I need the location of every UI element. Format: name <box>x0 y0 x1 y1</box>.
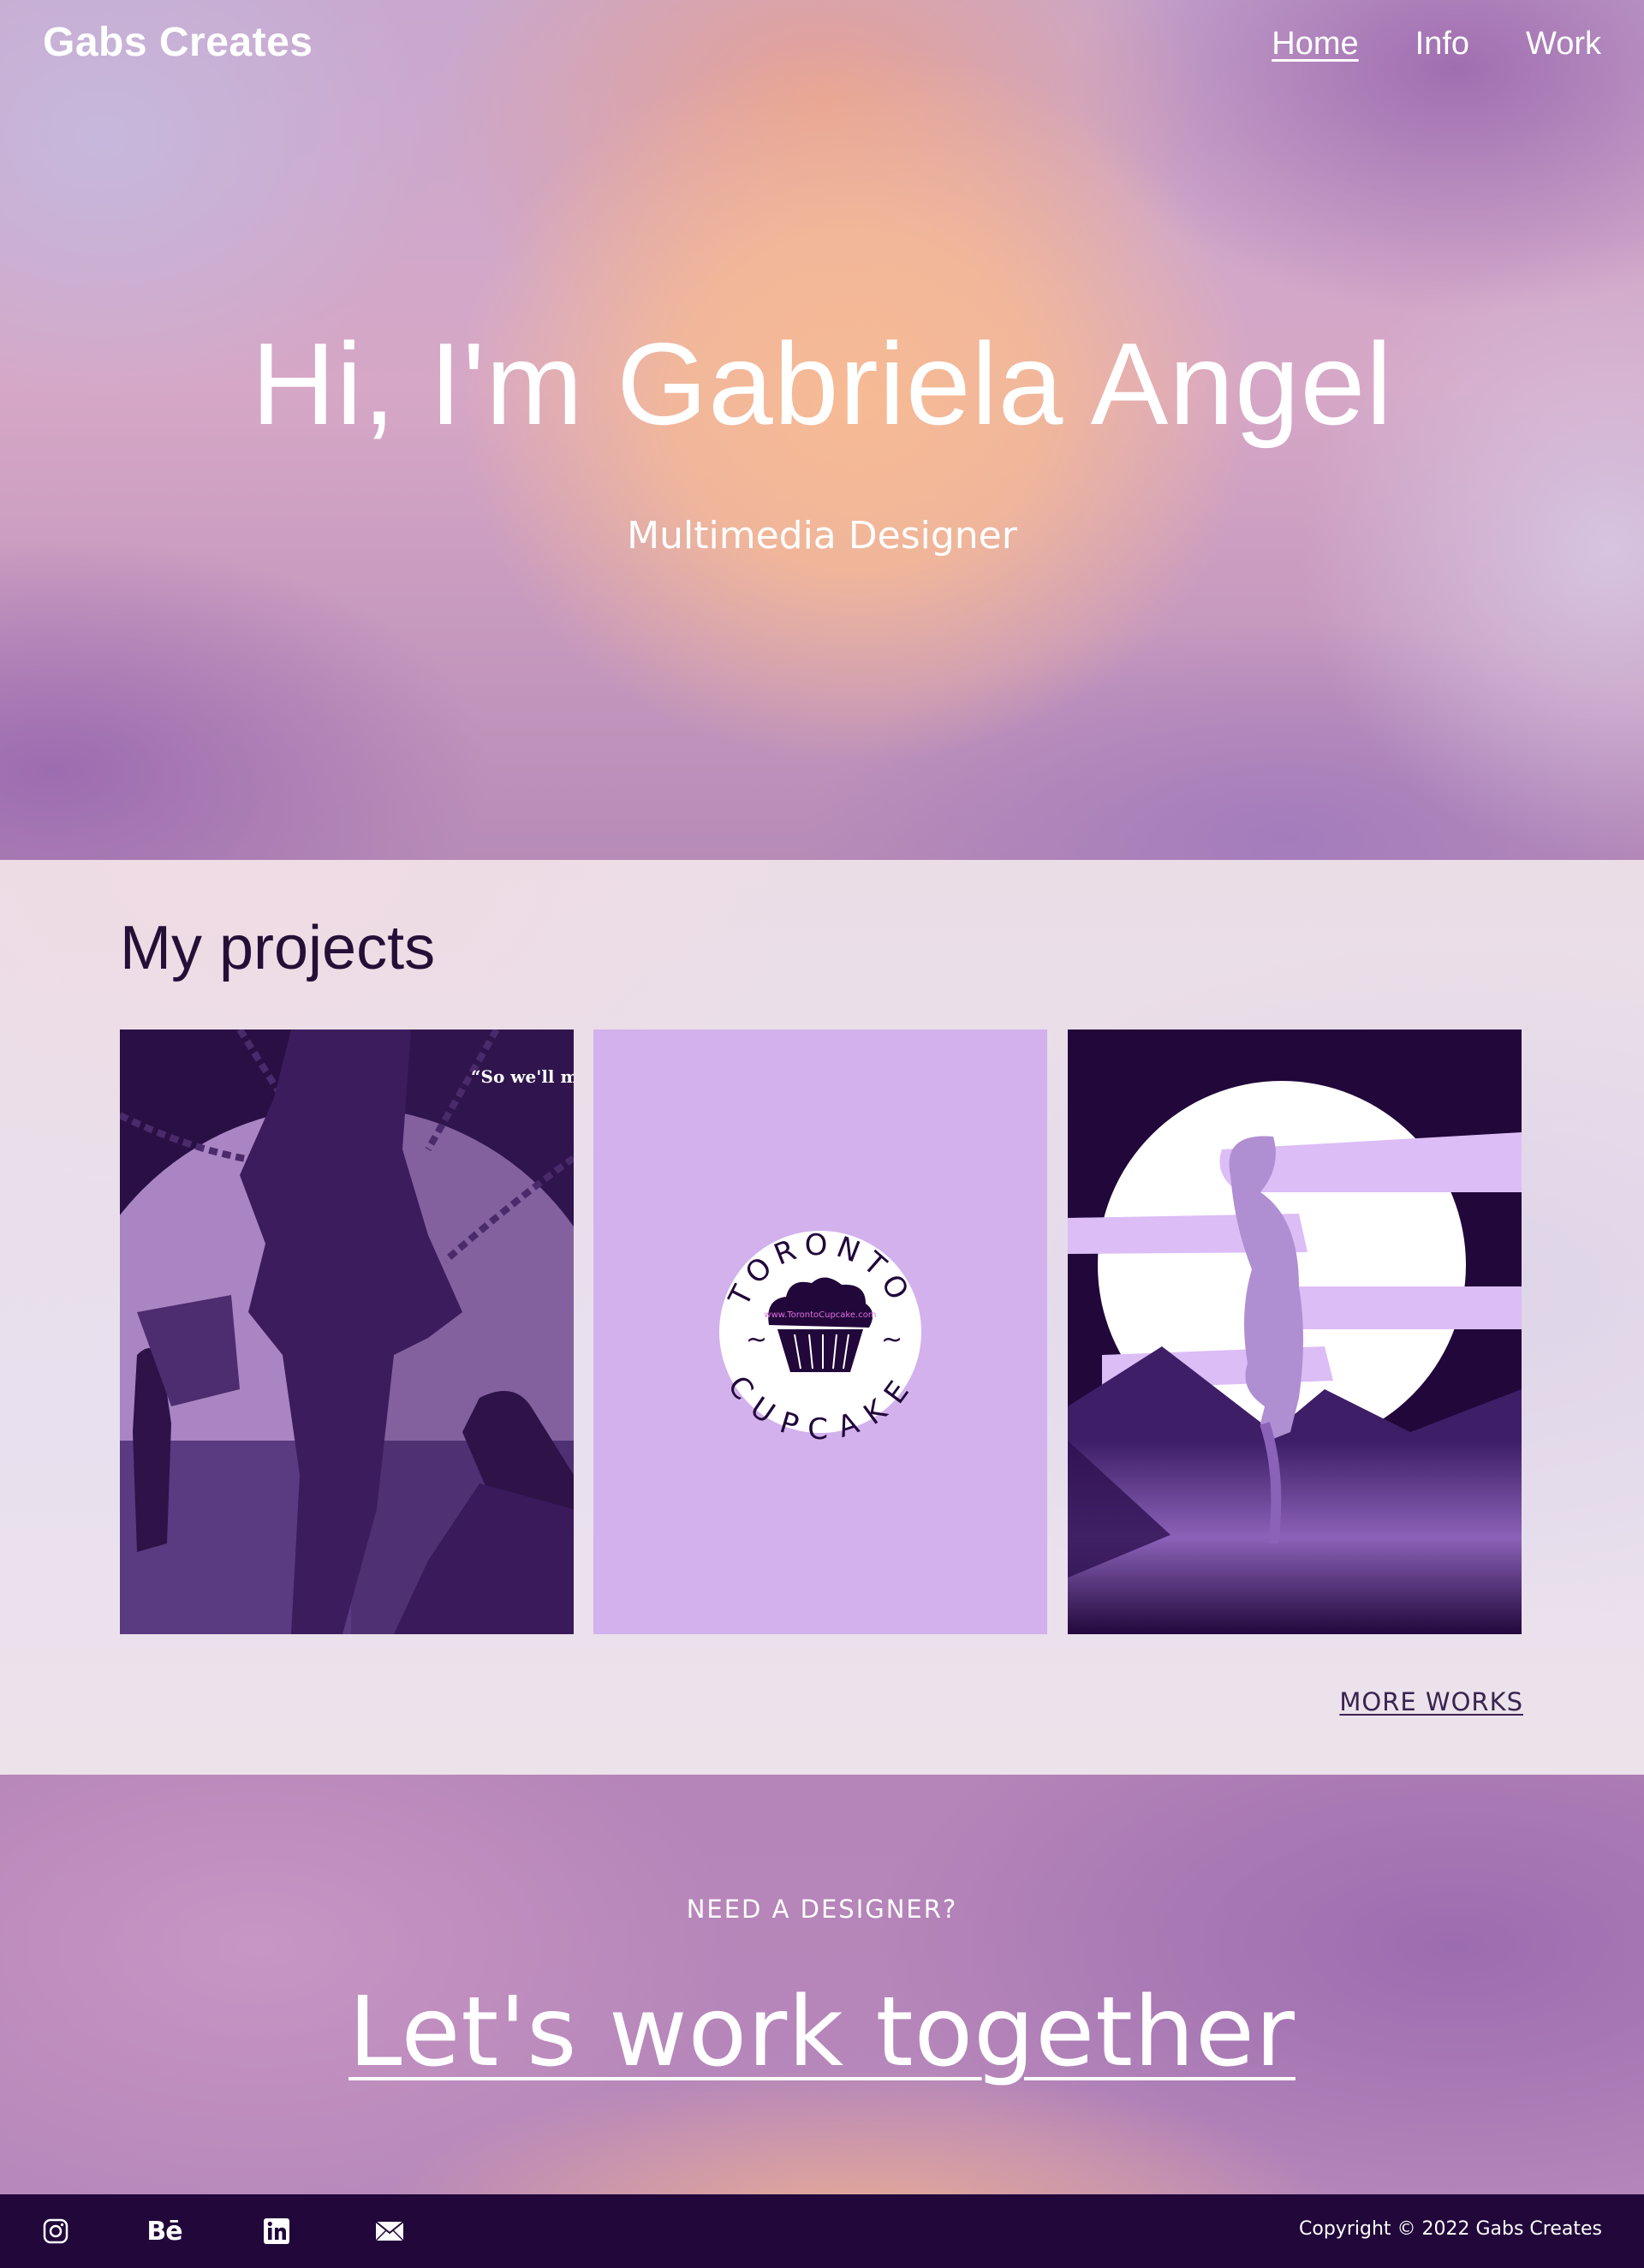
logo-url-text: www.TorontoCupcake.com <box>764 1310 876 1320</box>
hero-section: Gabs Creates Home Info Work Hi, I'm Gabr… <box>0 0 1644 860</box>
project-card-silhouette[interactable]: “So we'll m <box>120 1030 574 1634</box>
behance-label: Bē <box>146 2216 182 2247</box>
footer: Bē Copyright © 2022 Gabs Creates <box>0 2194 1644 2268</box>
brand-logo[interactable]: Gabs Creates <box>43 19 313 66</box>
more-works-link[interactable]: MORE WORKS <box>1339 1687 1523 1716</box>
fox-moon-artwork <box>1068 1030 1522 1634</box>
toronto-cupcake-logo: TORONTO CUPCAKE ~ ~ www.TorontoCupcake.c… <box>593 1030 1047 1634</box>
lets-work-together-link[interactable]: Let's work together <box>348 1977 1296 2088</box>
cta-kicker: NEED A DESIGNER? <box>686 1895 958 1924</box>
hero-subtitle: Multimedia Designer <box>627 514 1017 558</box>
hero-title: Hi, I'm Gabriela Angel <box>251 319 1393 449</box>
instagram-icon[interactable] <box>34 2194 77 2268</box>
project-card-fox[interactable] <box>1068 1030 1522 1634</box>
behance-icon[interactable]: Bē <box>139 2194 190 2268</box>
poster-quote-text: “So we'll m <box>471 1066 574 1087</box>
email-icon[interactable] <box>368 2194 411 2268</box>
projects-section: My projects “So we'll m TORONTO CUPCAKE … <box>0 860 1644 1775</box>
nav-info[interactable]: Info <box>1415 26 1469 63</box>
linkedin-icon[interactable] <box>255 2194 298 2268</box>
svg-text:~: ~ <box>746 1325 767 1355</box>
svg-text:~: ~ <box>881 1325 902 1355</box>
nav-home[interactable]: Home <box>1272 26 1358 63</box>
copyright-text: Copyright © 2022 Gabs Creates <box>1299 2218 1602 2240</box>
main-nav: Home Info Work <box>1272 26 1601 63</box>
silhouette-poster-artwork: “So we'll m <box>120 1030 574 1634</box>
projects-title: My projects <box>120 914 436 982</box>
nav-work[interactable]: Work <box>1526 26 1601 63</box>
cta-link-wrapper: Let's work together <box>0 1977 1644 2088</box>
cta-section: NEED A DESIGNER? Let's work together <box>0 1775 1644 2194</box>
project-card-cupcake[interactable]: TORONTO CUPCAKE ~ ~ www.TorontoCupcake.c… <box>593 1030 1047 1634</box>
